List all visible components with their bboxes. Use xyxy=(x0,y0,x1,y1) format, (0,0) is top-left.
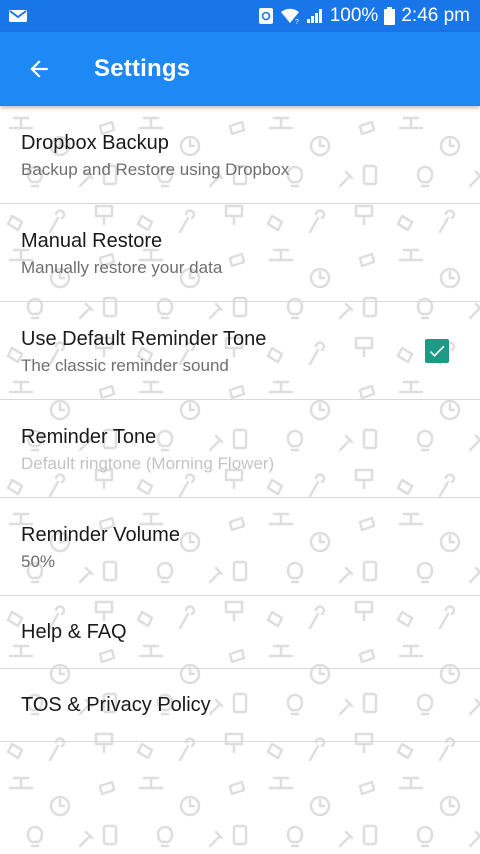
setting-reminder-tone[interactable]: Reminder Tone Default ringtone (Morning … xyxy=(0,400,480,498)
setting-help-faq[interactable]: Help & FAQ xyxy=(0,596,480,669)
status-bar: ? 100% 2:46 pm xyxy=(0,0,480,32)
setting-title: Help & FAQ xyxy=(21,621,127,643)
checkmark-icon xyxy=(429,345,445,357)
setting-dropbox-backup[interactable]: Dropbox Backup Backup and Restore using … xyxy=(0,106,480,204)
setting-reminder-volume[interactable]: Reminder Volume 50% xyxy=(0,498,480,596)
setting-subtitle: Backup and Restore using Dropbox xyxy=(21,160,290,179)
setting-default-reminder-tone[interactable]: Use Default Reminder Tone The classic re… xyxy=(0,302,480,400)
default-tone-checkbox[interactable] xyxy=(425,339,449,363)
setting-title: Use Default Reminder Tone xyxy=(21,328,267,350)
setting-title: Manual Restore xyxy=(21,230,163,252)
page-title: Settings xyxy=(94,55,191,82)
wifi-icon: ? xyxy=(280,7,300,25)
setting-subtitle: Manually restore your data xyxy=(21,258,223,277)
setting-subtitle: Default ringtone (Morning Flower) xyxy=(21,454,275,473)
app-bar: Settings xyxy=(0,32,480,106)
battery-icon xyxy=(384,7,396,25)
signal-icon xyxy=(306,8,324,24)
clock: 2:46 pm xyxy=(401,5,470,26)
setting-tos-privacy[interactable]: TOS & Privacy Policy xyxy=(0,669,480,742)
back-button[interactable] xyxy=(22,52,56,86)
setting-title: Reminder Volume xyxy=(21,524,180,546)
setting-title: Reminder Tone xyxy=(21,426,157,448)
mail-icon xyxy=(8,8,28,24)
setting-manual-restore[interactable]: Manual Restore Manually restore your dat… xyxy=(0,204,480,302)
arrow-left-icon xyxy=(30,60,48,78)
setting-title: Dropbox Backup xyxy=(21,132,169,154)
battery-percent: 100% xyxy=(329,5,379,26)
svg-text:?: ? xyxy=(295,19,299,25)
sync-icon xyxy=(258,7,274,25)
settings-list: Dropbox Backup Backup and Restore using … xyxy=(0,106,480,742)
setting-subtitle: The classic reminder sound xyxy=(21,356,229,375)
setting-subtitle: 50% xyxy=(21,552,56,571)
setting-title: TOS & Privacy Policy xyxy=(21,694,211,716)
